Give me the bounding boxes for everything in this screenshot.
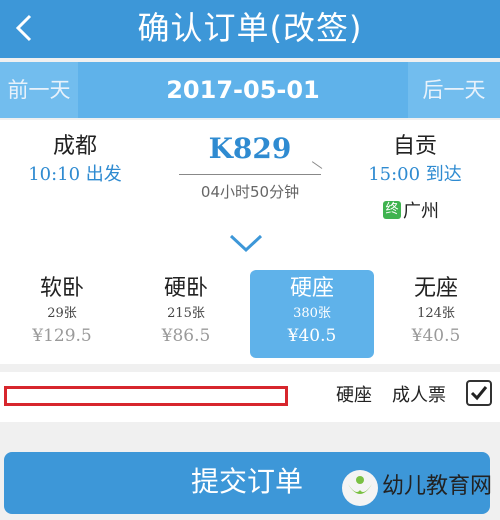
terminal-badge: 终 [383, 201, 401, 219]
arrival-station-name: 自贡 [392, 134, 437, 159]
header-bar: 确认订单(改签) [0, 0, 500, 58]
seat-count: 124张 [417, 306, 455, 321]
seat-option-hard-sleeper[interactable]: 硬卧 215张 ¥86.5 [124, 270, 248, 358]
arrival-station: 自贡 15:00 到达 [360, 132, 470, 188]
route-arrow-icon [179, 161, 323, 175]
departure-station: 成都 10:10 出发 [20, 132, 130, 188]
seat-price: ¥40.5 [287, 326, 337, 346]
trip-duration: 04小时50分钟 [200, 183, 300, 201]
arrival-time: 15:00 到达 [368, 164, 462, 185]
redacted-passenger-info [4, 386, 288, 406]
next-day-button[interactable]: 后一天 [408, 62, 500, 118]
train-summary: K829 04小时50分钟 [175, 132, 325, 201]
seat-type: 无座 [413, 276, 458, 301]
watermark-text: 幼儿教育网 [382, 474, 493, 499]
seat-count: 29张 [47, 306, 77, 321]
seat-type: 硬卧 [163, 276, 208, 301]
seat-count: 215张 [167, 306, 205, 321]
seat-option-soft-sleeper[interactable]: 软卧 29张 ¥129.5 [0, 270, 124, 358]
prev-day-button[interactable]: 前一天 [0, 62, 78, 118]
departure-time: 10:10 出发 [28, 164, 122, 185]
seat-price: ¥86.5 [161, 326, 211, 346]
seat-type: 硬座 [289, 276, 334, 301]
seat-option-hard-seat[interactable]: 硬座 380张 ¥40.5 [250, 270, 374, 358]
expand-details-button[interactable] [228, 232, 264, 254]
seat-selector: 软卧 29张 ¥129.5 硬卧 215张 ¥86.5 硬座 380张 ¥40.… [0, 268, 500, 364]
passenger-seat-type: 硬座 [336, 385, 372, 406]
seat-price: ¥40.5 [411, 326, 461, 346]
terminal-station: 终广州 [383, 197, 473, 222]
travel-date: 2017-05-01 [166, 76, 320, 104]
page-title: 确认订单(改签) [137, 9, 363, 47]
seat-type: 软卧 [39, 276, 84, 301]
seat-option-no-seat[interactable]: 无座 124张 ¥40.5 [374, 270, 498, 358]
passenger-checkbox[interactable] [466, 380, 492, 406]
train-number: K829 [208, 132, 292, 165]
seat-count: 380张 [293, 306, 331, 321]
terminal-station-name: 广州 [403, 201, 439, 222]
passenger-row[interactable]: 硬座 成人票 [0, 372, 500, 422]
departure-station-name: 成都 [52, 134, 97, 159]
watermark: 幼儿教育网 [342, 468, 492, 512]
chevron-down-icon [229, 234, 263, 253]
seat-price: ¥129.5 [32, 326, 92, 346]
date-bar: 前一天 2017-05-01 后一天 [0, 62, 500, 118]
passenger-ticket-type: 成人票 [392, 385, 446, 406]
checkmark-icon [470, 386, 488, 401]
watermark-logo-icon [342, 470, 378, 506]
